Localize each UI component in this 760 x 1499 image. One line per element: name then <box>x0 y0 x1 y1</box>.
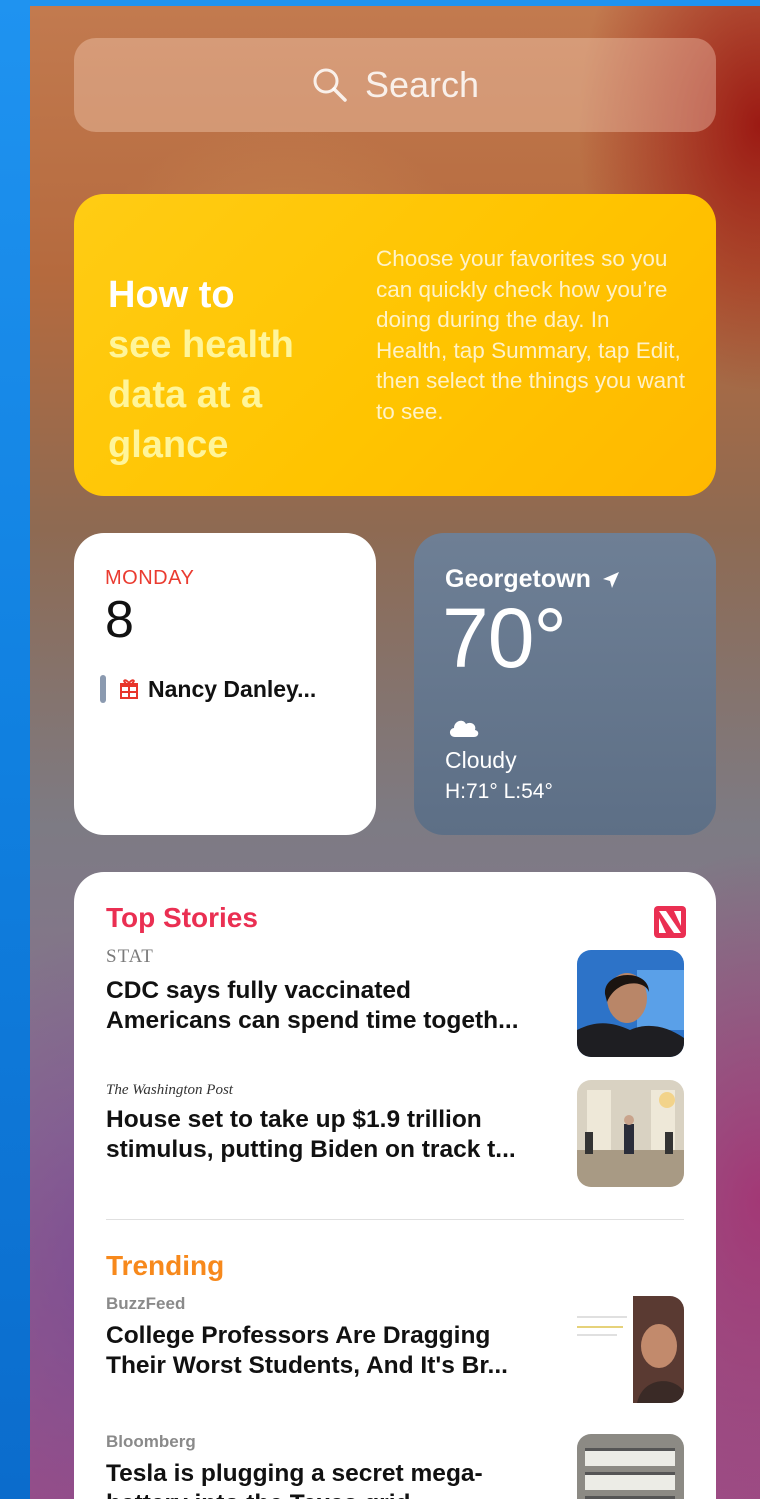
weather-high-low: H:71° L:54° <box>445 780 553 803</box>
trending-title: Trending <box>106 1250 225 1281</box>
weather-temperature: 70° <box>442 591 567 685</box>
today-view: Search How to see health data at a glanc… <box>30 6 760 1499</box>
calendar-event[interactable]: Nancy Danley... <box>100 675 316 703</box>
weather-widget[interactable]: Georgetown 70° Cloudy H:71° L:54° <box>414 533 716 835</box>
calendar-event-label: Nancy Danley... <box>148 675 317 702</box>
apple-news-icon <box>654 906 686 938</box>
story-headline-line[interactable]: battery into the Texas grid <box>106 1489 561 1499</box>
calendar-day: MONDAY <box>105 567 195 589</box>
story-headline-line[interactable]: Americans can spend time togeth... <box>106 1006 561 1036</box>
publisher-washington-post: The Washington Post <box>106 1082 233 1098</box>
search-bar[interactable]: Search <box>74 38 716 132</box>
publisher-buzzfeed: BuzzFeed <box>106 1294 186 1313</box>
search-placeholder: Search <box>364 64 480 105</box>
story-headline-line[interactable]: Their Worst Students, And It's Br... <box>106 1351 561 1381</box>
weather-condition: Cloudy <box>445 747 517 773</box>
search-icon <box>313 68 347 102</box>
story-thumbnail[interactable] <box>577 1296 684 1403</box>
calendar-date: 8 <box>105 591 134 649</box>
event-color-bar <box>100 675 106 703</box>
health-tip-body: Choose your favorites so you can quickly… <box>376 246 685 424</box>
health-tip-title-line1: How to <box>108 274 235 316</box>
story-headline-line[interactable]: CDC says fully vaccinated <box>106 976 561 1006</box>
story-headline-line[interactable]: Tesla is plugging a secret mega- <box>106 1459 561 1489</box>
section-divider <box>106 1219 684 1220</box>
health-tip-title: How to see health data at a glance <box>108 270 338 470</box>
health-tip-widget[interactable]: How to see health data at a glance Choos… <box>74 194 716 496</box>
news-widget[interactable]: Top Stories STAT CDC says fully vaccinat… <box>74 872 716 1499</box>
gift-icon <box>120 679 138 699</box>
weather-city: Georgetown <box>445 565 621 594</box>
health-tip-title-rest: see health data at a glance <box>108 324 294 466</box>
story-headline-line[interactable]: College Professors Are Dragging <box>106 1321 561 1351</box>
story-headline-line[interactable]: House set to take up $1.9 trillion <box>106 1105 561 1135</box>
top-stories-title: Top Stories <box>106 902 258 933</box>
cloud-icon <box>449 720 479 737</box>
calendar-widget[interactable]: MONDAY 8 Nancy Danley... <box>74 533 376 835</box>
weather-city-label: Georgetown <box>445 565 591 593</box>
publisher-stat: STAT <box>106 946 154 967</box>
publisher-bloomberg: Bloomberg <box>106 1432 196 1451</box>
story-thumbnail[interactable] <box>577 1434 684 1499</box>
story-thumbnail[interactable] <box>577 1080 684 1187</box>
story-headline-line[interactable]: stimulus, putting Biden on track t... <box>106 1135 561 1165</box>
location-arrow-icon <box>602 571 619 588</box>
story-thumbnail[interactable] <box>577 950 684 1057</box>
